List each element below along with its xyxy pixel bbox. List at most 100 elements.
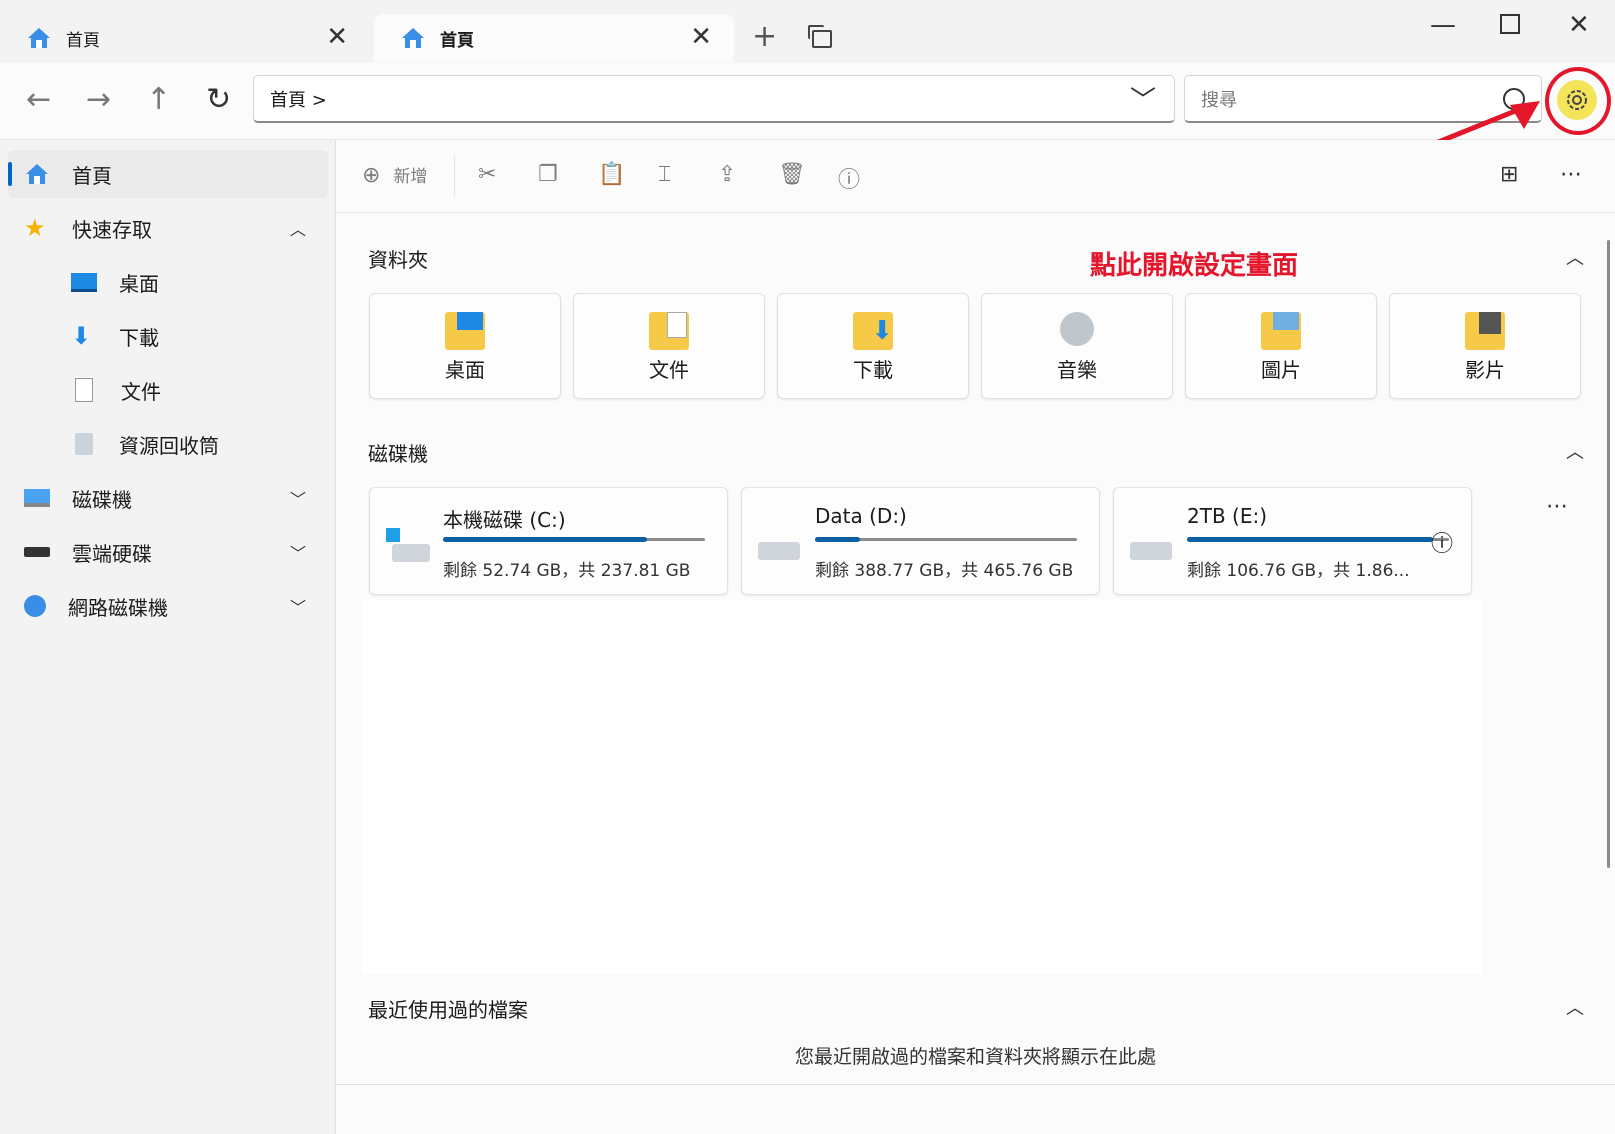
sidebar-item-documents[interactable]: 文件: [55, 366, 325, 414]
duplicate-tab-icon[interactable]: [808, 25, 832, 48]
tab-label: 首頁: [66, 30, 100, 51]
folder-label: 桌面: [445, 358, 485, 382]
plus-circle-icon: ⊕: [362, 163, 381, 188]
drive-usage-fill: [815, 537, 860, 542]
more-options-icon[interactable]: ⋯: [1546, 494, 1568, 519]
up-icon[interactable]: ↑: [146, 85, 171, 115]
rename-icon[interactable]: ⌶: [658, 162, 671, 187]
chevron-down-icon[interactable]: ﹀: [1130, 80, 1156, 117]
chevron-down-icon[interactable]: ﹀: [290, 594, 306, 618]
scrollbar[interactable]: [1607, 240, 1610, 868]
folder-card-documents[interactable]: 文件: [573, 293, 765, 399]
delete-icon[interactable]: 🗑: [778, 162, 806, 187]
folder-card-music[interactable]: 音樂: [981, 293, 1173, 399]
chevron-up-icon[interactable]: ︿: [1566, 438, 1584, 464]
drive-usage-fill: [443, 537, 647, 542]
chevron-down-icon[interactable]: ﹀: [290, 540, 306, 564]
chevron-down-icon[interactable]: ﹀: [290, 486, 306, 510]
drive-name: Data (D:): [815, 504, 907, 528]
close-tab-icon[interactable]: ✕: [690, 24, 712, 50]
divider: [336, 1084, 1615, 1085]
desktop-icon: [71, 272, 97, 292]
minimize-icon[interactable]: —: [1430, 10, 1456, 40]
forward-icon[interactable]: →: [86, 85, 111, 115]
folder-label: 下載: [853, 358, 893, 382]
sidebar-item-label: 磁碟機: [72, 487, 132, 512]
recent-section-title: 最近使用過的檔案: [368, 998, 528, 1022]
back-icon[interactable]: ←: [26, 85, 51, 115]
chevron-up-icon[interactable]: ︿: [290, 216, 306, 240]
sidebar-item-home[interactable]: 首頁: [8, 150, 328, 198]
sidebar-item-recycle-bin[interactable]: 資源回收筒: [55, 420, 325, 468]
drive-free-space: 剩餘 388.77 GB，共 465.76 GB: [815, 561, 1074, 581]
more-options-icon[interactable]: ⋯: [1560, 162, 1582, 187]
hard-drive-icon: [758, 528, 802, 564]
folder-card-pictures[interactable]: 圖片: [1185, 293, 1377, 399]
computer-icon: [24, 489, 50, 507]
copy-icon[interactable]: ❐: [538, 162, 558, 187]
folder-card-downloads[interactable]: ⬇ 下載: [777, 293, 969, 399]
drive-card-d[interactable]: Data (D:) 剩餘 388.77 GB，共 465.76 GB: [741, 487, 1100, 595]
tab-label: 首頁: [440, 30, 474, 51]
sidebar-item-quick-access[interactable]: ★ 快速存取 ︿: [8, 204, 328, 252]
cut-icon[interactable]: ✂: [478, 162, 496, 187]
drive-name: 本機磁碟 (C:): [443, 508, 566, 532]
cloud-drive-icon: [24, 547, 50, 557]
folder-label: 影片: [1465, 358, 1505, 382]
sidebar-item-desktop[interactable]: 桌面: [55, 258, 325, 306]
folder-label: 文件: [649, 358, 689, 382]
toolbar-divider: [454, 156, 455, 196]
sidebar-item-cloud-drives[interactable]: 雲端硬碟 ﹀: [8, 528, 328, 576]
drive-card-e[interactable]: 2TB (E:) 剩餘 106.76 GB，共 1.86... ⓘ: [1113, 487, 1472, 595]
drives-section-title: 磁碟機: [368, 442, 428, 466]
windows-drive-icon: [386, 528, 430, 564]
network-drive-icon: [24, 595, 46, 617]
chevron-up-icon[interactable]: ︿: [1566, 244, 1584, 270]
sidebar-item-drives[interactable]: 磁碟機 ﹀: [8, 474, 328, 522]
pictures-folder-icon: [1261, 312, 1301, 350]
drive-card-c[interactable]: 本機磁碟 (C:) 剩餘 52.74 GB，共 237.81 GB: [369, 487, 728, 595]
star-icon: ★: [24, 214, 46, 242]
document-icon: [75, 378, 93, 402]
documents-folder-icon: [649, 312, 689, 350]
chevron-up-icon[interactable]: ︿: [1566, 994, 1584, 1020]
layout-icon[interactable]: ⊞: [1500, 162, 1518, 187]
info-icon[interactable]: ⓘ: [1431, 526, 1453, 558]
tab-home-1[interactable]: 首頁 ✕: [0, 14, 370, 62]
tab-bar: 首頁 ✕ 首頁 ✕ + — ✕: [0, 0, 1615, 63]
tab-home-2[interactable]: 首頁 ✕: [374, 14, 734, 62]
paste-icon[interactable]: 📋: [598, 162, 625, 187]
sidebar-item-label: 資源回收筒: [119, 433, 219, 458]
sidebar-item-label: 下載: [119, 325, 159, 350]
close-window-icon[interactable]: ✕: [1568, 10, 1590, 40]
videos-folder-icon: [1465, 312, 1505, 350]
folder-card-videos[interactable]: 影片: [1389, 293, 1581, 399]
info-icon[interactable]: ⓘ: [838, 162, 860, 194]
drive-free-space: 剩餘 52.74 GB，共 237.81 GB: [443, 561, 691, 581]
music-disc-icon: [1057, 312, 1097, 350]
sidebar-item-network-drives[interactable]: 網路磁碟機 ﹀: [8, 582, 328, 630]
folder-card-desktop[interactable]: 桌面: [369, 293, 561, 399]
sidebar: 首頁 ★ 快速存取 ︿ 桌面 ⬇ 下載 文件 資源回收筒 磁碟機 ﹀ 雲端硬碟 …: [0, 140, 336, 1134]
refresh-icon[interactable]: ↻: [206, 85, 231, 115]
sidebar-item-label: 首頁: [72, 163, 112, 188]
command-bar: ⊕ 新增 ✂ ❐ 📋 ⌶ ⇪ 🗑 ⓘ ⊞ ⋯: [336, 140, 1615, 213]
home-icon: [402, 28, 424, 48]
download-icon: ⬇: [71, 322, 92, 350]
maximize-icon[interactable]: [1500, 14, 1520, 34]
address-bar[interactable]: 首頁 > ﹀: [253, 75, 1175, 123]
share-icon[interactable]: ⇪: [718, 162, 736, 187]
new-label: 新增: [393, 167, 428, 187]
recycle-bin-icon: [75, 433, 93, 455]
close-tab-icon[interactable]: ✕: [326, 24, 348, 50]
breadcrumb[interactable]: 首頁 >: [270, 86, 327, 112]
new-tab-icon[interactable]: +: [752, 22, 777, 52]
folder-label: 圖片: [1261, 358, 1301, 382]
sidebar-item-label: 網路磁碟機: [68, 595, 168, 620]
sidebar-item-downloads[interactable]: ⬇ 下載: [55, 312, 325, 360]
drive-usage-fill: [1187, 537, 1433, 542]
new-button[interactable]: ⊕ 新增: [362, 162, 427, 188]
hard-drive-icon: [1130, 528, 1174, 564]
drive-name: 2TB (E:): [1187, 504, 1267, 528]
folders-section-title: 資料夾: [368, 248, 428, 272]
